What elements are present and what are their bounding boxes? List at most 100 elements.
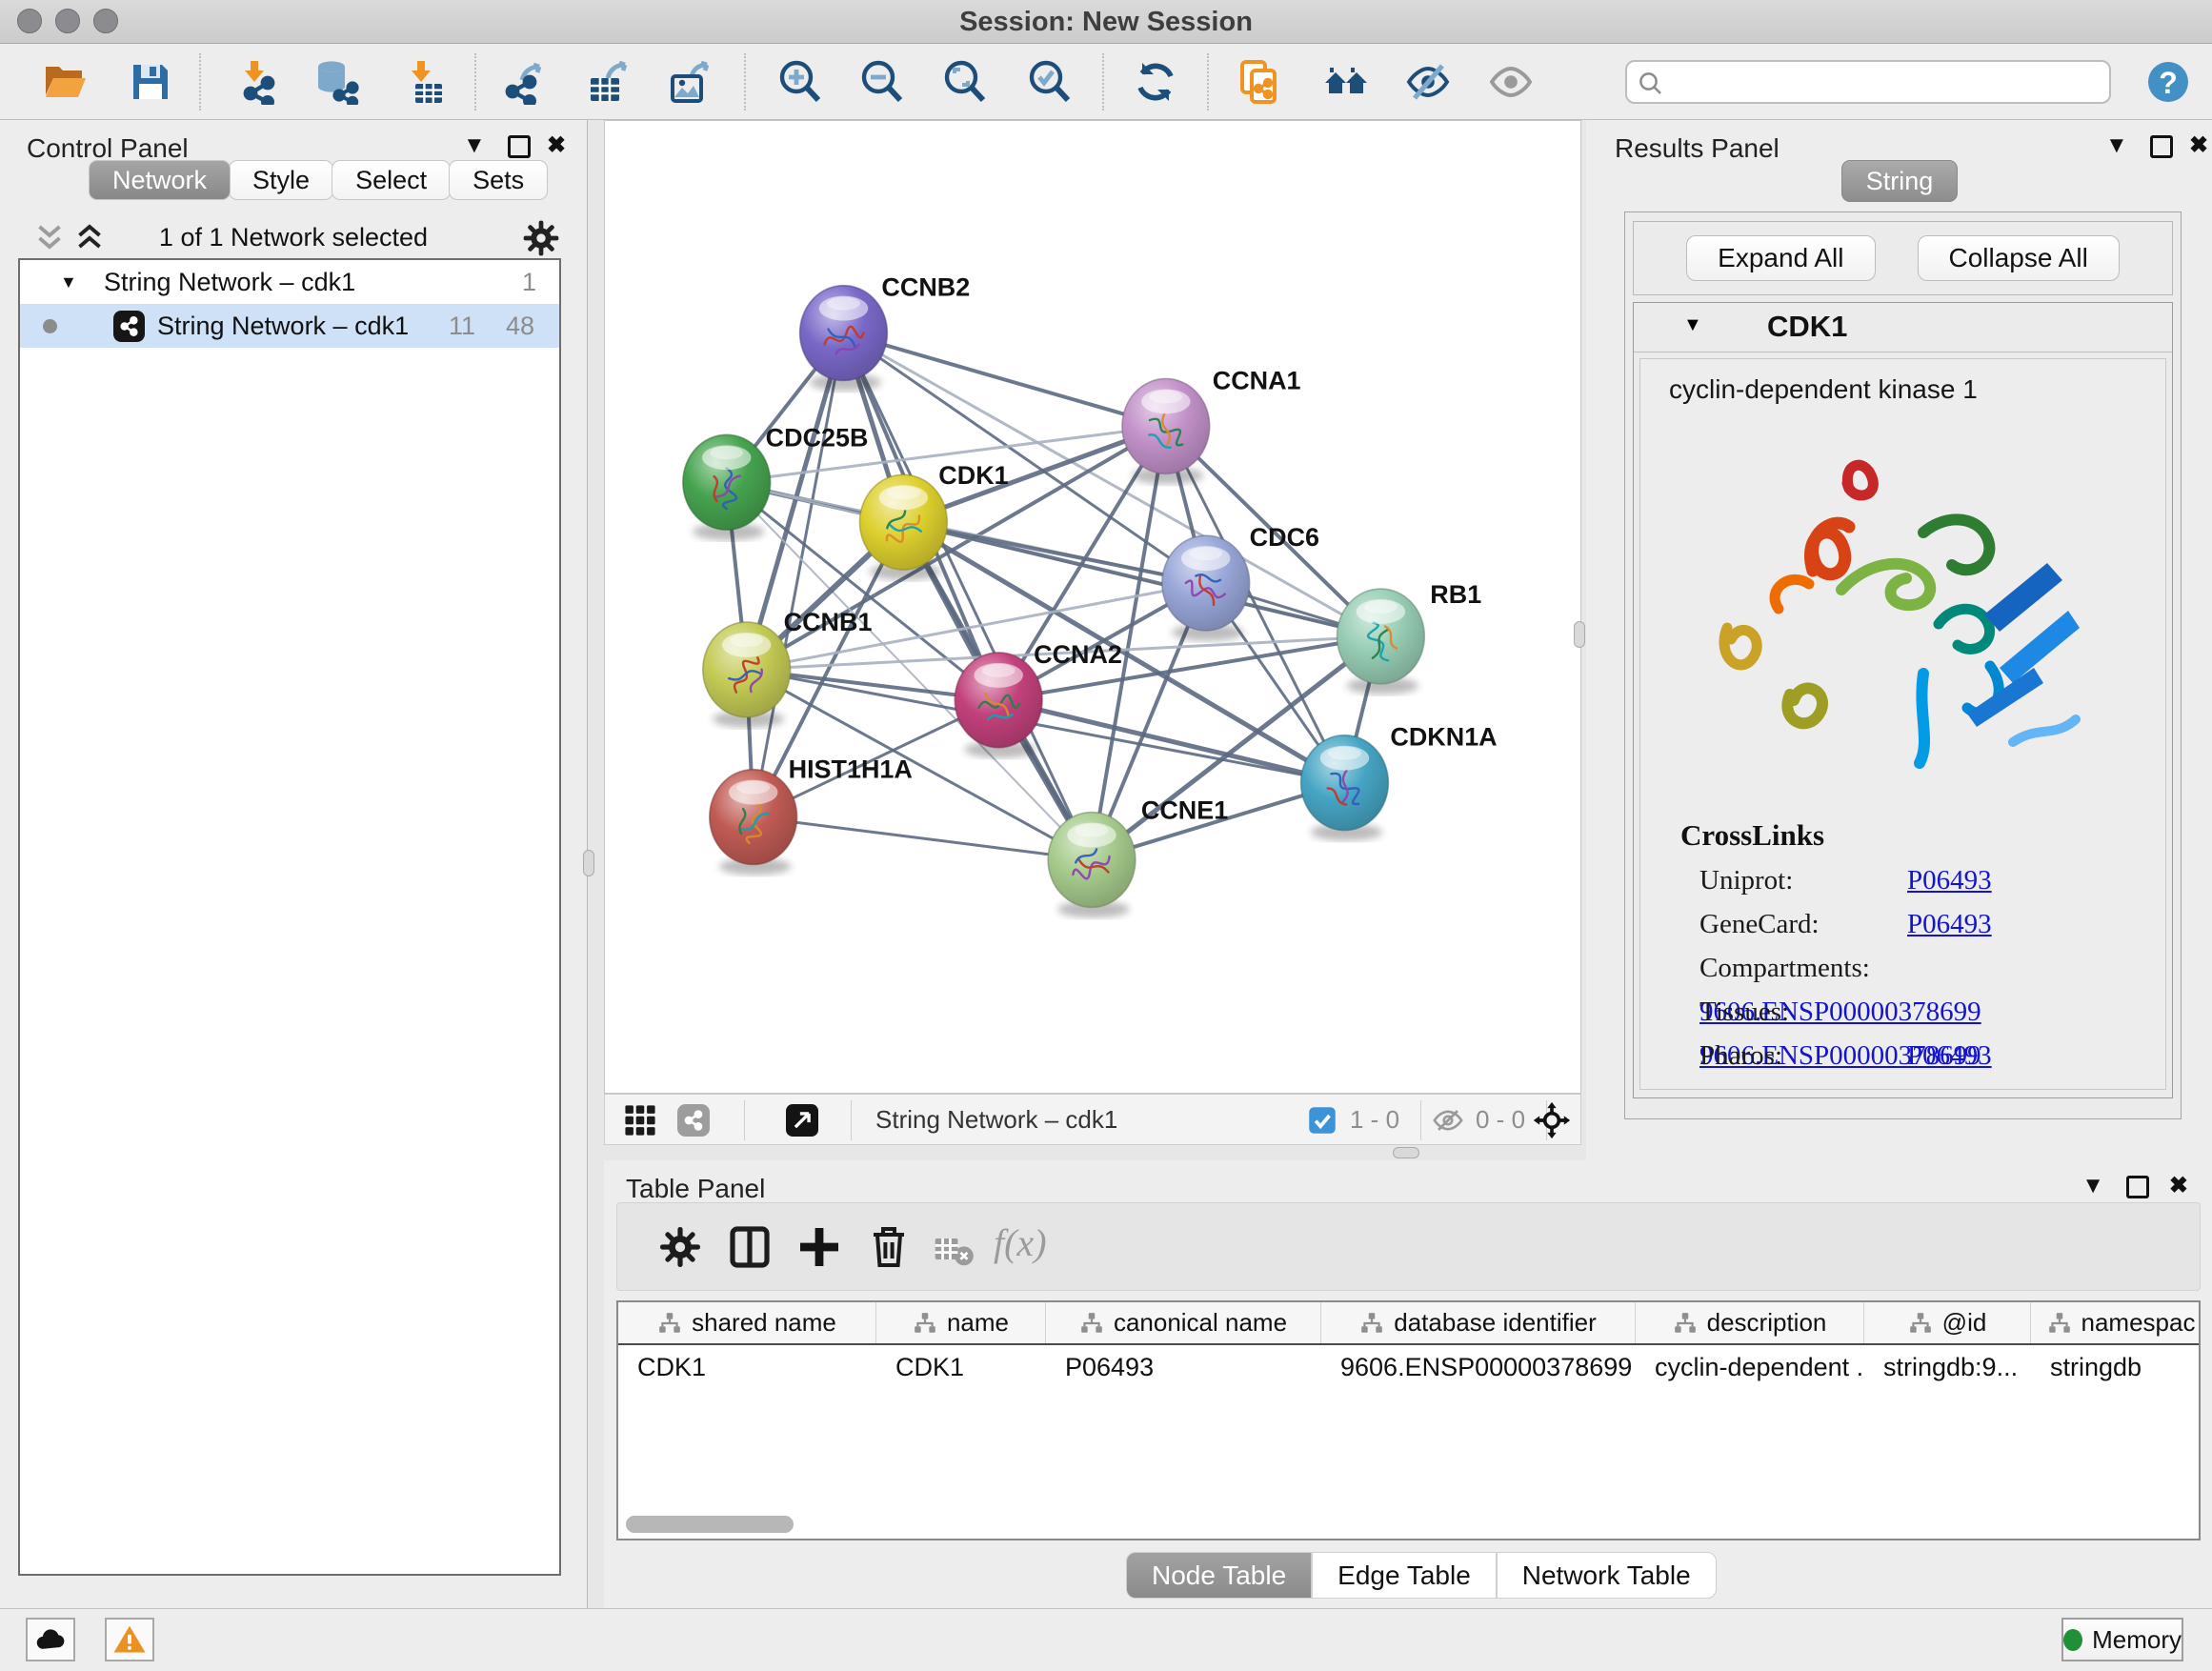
network-node-CCNA2[interactable]: [955, 653, 1042, 758]
hide-selected-icon[interactable]: [1405, 59, 1451, 105]
close-window-button[interactable]: [17, 9, 42, 33]
delete-column-icon[interactable]: [866, 1224, 912, 1270]
first-neighbors-icon[interactable]: [1323, 59, 1369, 105]
export-network-icon[interactable]: [501, 59, 547, 105]
table-cell[interactable]: stringdb:9...: [1864, 1345, 2031, 1389]
cdk1-entry-header[interactable]: ▼ CDK1: [1634, 303, 2172, 352]
network-node-RB1[interactable]: [1337, 589, 1424, 695]
import-network-database-icon[interactable]: [314, 59, 360, 105]
float-panel-icon[interactable]: [2126, 1176, 2149, 1198]
panel-menu-icon[interactable]: ▼: [2081, 1172, 2104, 1200]
tab-style[interactable]: Style: [229, 160, 333, 200]
zoom-in-icon[interactable]: [777, 59, 823, 105]
warning-button[interactable]: [105, 1618, 154, 1661]
network-edge-CCNB2-CCNA1[interactable]: [844, 333, 1166, 427]
network-node-CCNA1[interactable]: [1122, 378, 1210, 484]
expand-all-button[interactable]: Expand All: [1686, 235, 1875, 281]
clone-network-icon[interactable]: [1237, 59, 1282, 105]
panel-menu-icon[interactable]: ▼: [2105, 131, 2128, 160]
column-header-description[interactable]: description: [1636, 1302, 1864, 1343]
table-cell[interactable]: cyclin-dependent ...: [1636, 1345, 1864, 1389]
table-cell[interactable]: 9606.ENSP00000378699: [1321, 1345, 1636, 1389]
minimize-window-button[interactable]: [55, 9, 80, 33]
entry-description: cyclin-dependent kinase 1: [1669, 374, 2165, 405]
column-header-name[interactable]: name: [876, 1302, 1046, 1343]
help-icon[interactable]: ?: [2145, 59, 2191, 105]
crosslink-link[interactable]: P06493: [1907, 909, 1992, 939]
tab-network-table[interactable]: Network Table: [1497, 1552, 1717, 1599]
column-header-namespac[interactable]: namespac: [2031, 1302, 2201, 1343]
panel-menu-icon[interactable]: ▼: [463, 131, 486, 160]
column-header-shared-name[interactable]: shared name: [618, 1302, 876, 1343]
pan-crosshair-icon[interactable]: [1533, 1101, 1571, 1139]
column-header--id[interactable]: @id: [1864, 1302, 2031, 1343]
crosslink-link[interactable]: P06493: [1907, 1040, 1992, 1071]
search-input[interactable]: [1673, 64, 2101, 100]
function-builder-icon[interactable]: f(x): [994, 1220, 1047, 1265]
memory-button[interactable]: Memory: [2061, 1618, 2183, 1661]
tab-string[interactable]: String: [1841, 160, 1958, 202]
open-in-window-icon[interactable]: [786, 1104, 818, 1137]
open-file-icon[interactable]: [42, 59, 88, 105]
tab-network[interactable]: Network: [89, 160, 231, 200]
network-row-selected[interactable]: String Network – cdk1 11 48: [20, 304, 559, 348]
tab-edge-table[interactable]: Edge Table: [1312, 1552, 1497, 1599]
network-node-CDKN1A[interactable]: [1301, 735, 1389, 841]
network-node-CCNE1[interactable]: [1048, 813, 1136, 918]
export-image-icon[interactable]: [667, 59, 713, 105]
collapse-all-button[interactable]: Collapse All: [1918, 235, 2120, 281]
network-node-CDK1[interactable]: [859, 474, 947, 580]
network-node-CDC25B[interactable]: [683, 434, 771, 540]
collection-expand-icon[interactable]: ▼: [60, 260, 77, 304]
network-node-HIST1H1A[interactable]: [710, 770, 797, 876]
zoom-window-button[interactable]: [93, 9, 118, 33]
import-network-file-icon[interactable]: [235, 59, 281, 105]
birds-eye-view-icon[interactable]: [624, 1104, 656, 1137]
selected-checkbox-icon[interactable]: [1308, 1106, 1337, 1135]
apply-layout-icon[interactable]: [1133, 59, 1178, 105]
close-panel-icon[interactable]: ✖: [2169, 1172, 2188, 1200]
create-column-icon[interactable]: [796, 1224, 842, 1270]
show-all-icon[interactable]: [1488, 59, 1534, 105]
network-node-CCNB1[interactable]: [703, 622, 791, 728]
network-view-canvas[interactable]: CCNB2CCNA1CDC25BCDK1CDC6RB1CCNB1CCNA2CDK…: [604, 120, 1581, 1094]
zoom-fit-icon[interactable]: [942, 59, 988, 105]
right-splitter-handle[interactable]: [1574, 621, 1585, 648]
table-cell[interactable]: P06493: [1046, 1345, 1321, 1389]
float-panel-icon[interactable]: [2150, 135, 2173, 158]
hidden-eye-icon[interactable]: [1432, 1104, 1464, 1137]
network-collection-row[interactable]: ▼ String Network – cdk1 1: [20, 260, 559, 304]
horizontal-scrollbar-thumb[interactable]: [626, 1516, 794, 1533]
entry-collapse-icon[interactable]: ▼: [1683, 314, 1702, 336]
close-panel-icon[interactable]: ✖: [547, 131, 566, 160]
cloud-button[interactable]: [26, 1618, 75, 1661]
tab-select[interactable]: Select: [332, 160, 451, 200]
column-header-canonical-name[interactable]: canonical name: [1046, 1302, 1321, 1343]
import-table-file-icon[interactable]: [402, 59, 448, 105]
float-panel-icon[interactable]: [508, 135, 531, 158]
left-splitter-handle[interactable]: [583, 850, 594, 876]
zoom-selected-icon[interactable]: [1027, 59, 1073, 105]
save-session-icon[interactable]: [128, 59, 173, 105]
network-options-gear-icon[interactable]: [522, 219, 560, 257]
network-edge-CCNB2-HIST1H1A[interactable]: [754, 333, 844, 817]
network-node-CCNB2[interactable]: [800, 286, 888, 392]
delete-table-icon[interactable]: [932, 1228, 974, 1270]
close-panel-icon[interactable]: ✖: [2189, 131, 2208, 160]
network-edge-HIST1H1A-CCNE1[interactable]: [754, 817, 1092, 860]
tab-node-table[interactable]: Node Table: [1126, 1552, 1312, 1599]
export-table-icon[interactable]: [585, 59, 631, 105]
table-cell[interactable]: stringdb: [2031, 1345, 2201, 1389]
crosslink-link[interactable]: P06493: [1907, 865, 1992, 896]
show-columns-icon[interactable]: [727, 1224, 773, 1270]
table-cell[interactable]: CDK1: [876, 1345, 1046, 1389]
network-type-icon[interactable]: [677, 1104, 710, 1137]
expand-collapse-strip: Expand All Collapse All: [1633, 221, 2173, 295]
horizontal-splitter-handle[interactable]: [1393, 1147, 1419, 1158]
tab-sets[interactable]: Sets: [449, 160, 548, 200]
table-options-gear-icon[interactable]: [657, 1224, 703, 1270]
table-cell[interactable]: CDK1: [618, 1345, 876, 1389]
network-list-header: 1 of 1 Network selected: [0, 219, 587, 257]
column-header-database-identifier[interactable]: database identifier: [1321, 1302, 1636, 1343]
zoom-out-icon[interactable]: [859, 59, 905, 105]
